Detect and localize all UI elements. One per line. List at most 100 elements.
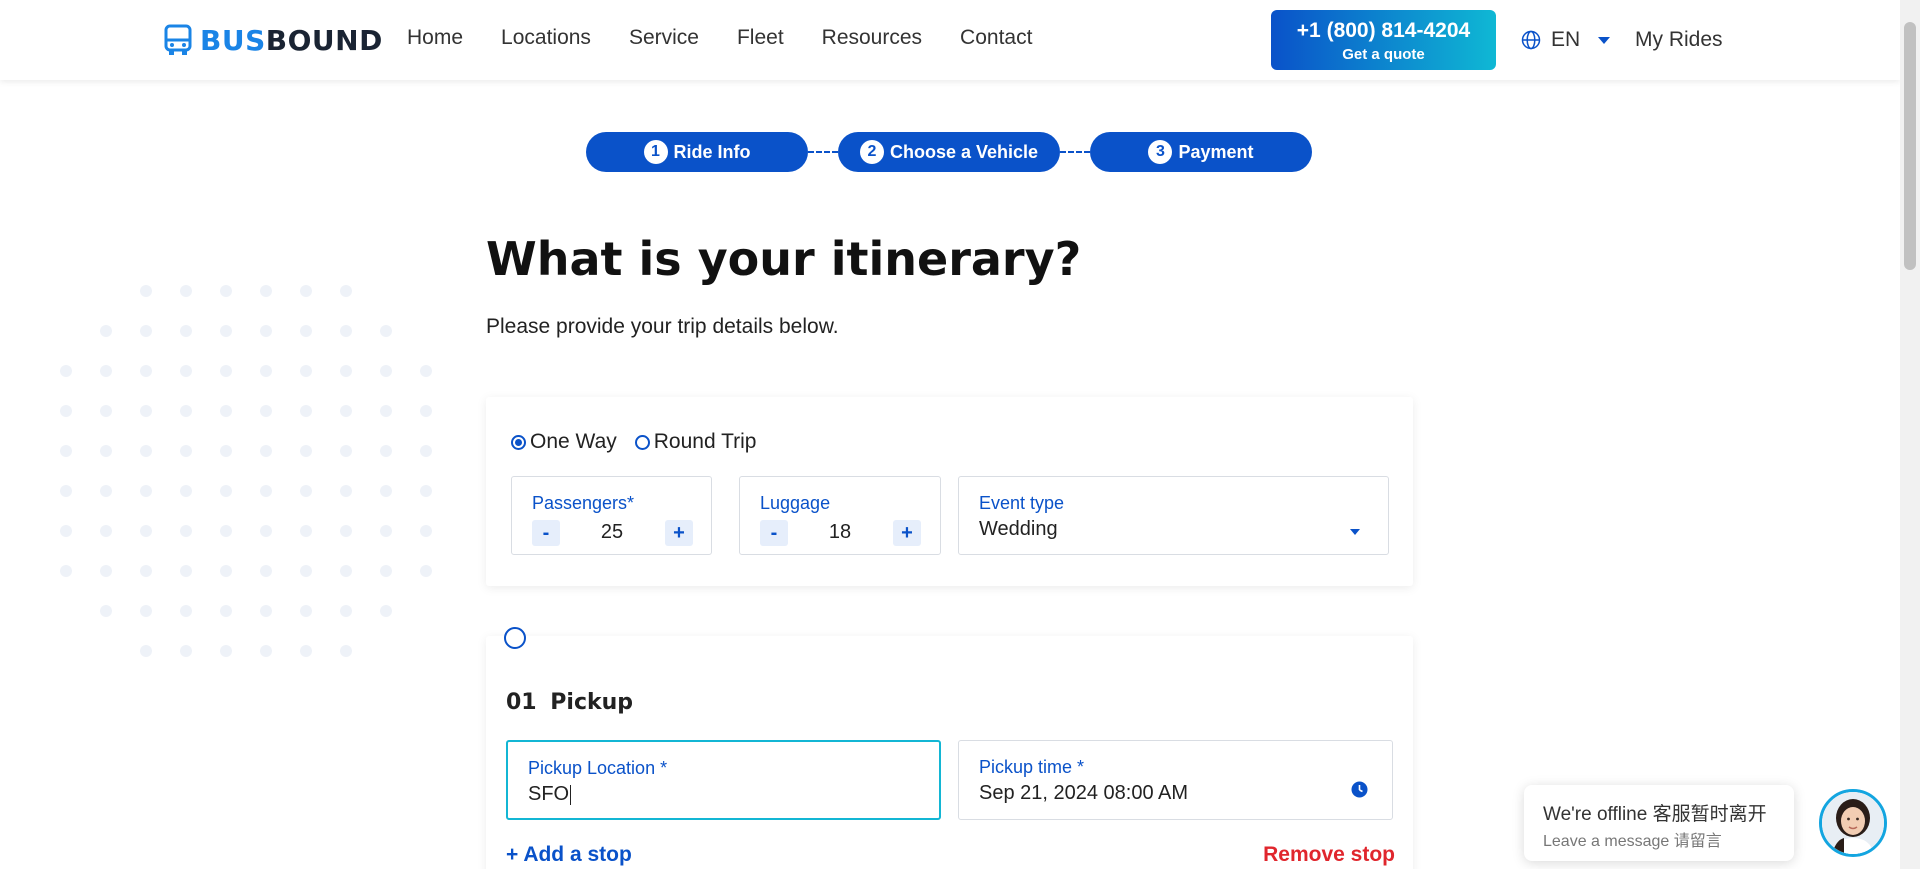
pickup-time-label: Pickup time * [979,757,1085,777]
decorative-dot [340,365,352,377]
decorative-dot [260,445,272,457]
decorative-dot [140,485,152,497]
decorative-dot [180,485,192,497]
pickup-location-input[interactable]: Pickup Location * SFO [506,740,941,820]
decorative-dot-pattern [60,285,440,675]
decorative-dot [220,645,232,657]
decorative-dot [380,525,392,537]
passengers-increment-button[interactable]: + [665,520,693,546]
decorative-dot [300,485,312,497]
step-label: Ride Info [673,141,751,162]
decorative-dot [340,525,352,537]
decorative-dot [180,525,192,537]
agent-avatar-icon [1822,792,1884,854]
decorative-dot [60,565,72,577]
decorative-dot [140,605,152,617]
step-payment[interactable]: 3 Payment [1090,132,1312,172]
decorative-dot [340,565,352,577]
trip-type-group: One Way Round Trip [511,430,756,454]
chevron-down-icon [1598,36,1611,44]
decorative-dot [300,565,312,577]
decorative-dot [140,565,152,577]
page-scrollbar[interactable] [1900,0,1920,869]
decorative-dot [140,285,152,297]
decorative-dot [220,445,232,457]
pickup-location-value: SFO [528,783,572,805]
progress-steps: 1 Ride Info 2 Choose a Vehicle 3 Payment [586,132,1312,172]
my-rides-link[interactable]: My Rides [1635,28,1723,52]
event-type-select[interactable]: Event type Wedding [958,476,1389,555]
decorative-dot [260,605,272,617]
decorative-dot [340,325,352,337]
chat-offline-bubble[interactable]: We're offline 客服暂时离开 Leave a message 请留言 [1524,785,1794,861]
decorative-dot [420,525,432,537]
busbound-logo[interactable]: BUSBOUND [164,22,383,58]
site-header: BUSBOUND Home Locations Service Fleet Re… [0,0,1900,80]
step-number: 2 [859,140,884,164]
decorative-dot [260,365,272,377]
decorative-dot [100,565,112,577]
step-label: Payment [1178,141,1254,162]
passengers-label: Passengers* [532,493,635,513]
decorative-dot [340,445,352,457]
decorative-dot [180,445,192,457]
round-trip-radio[interactable]: Round Trip [634,430,756,454]
language-selector[interactable]: EN [1521,28,1611,52]
add-stop-button[interactable]: + Add a stop [506,843,632,867]
decorative-dot [380,365,392,377]
clock-icon[interactable] [1351,781,1368,798]
scrollbar-thumb[interactable] [1904,22,1916,270]
nav-locations[interactable]: Locations [501,26,591,50]
step-choose-vehicle[interactable]: 2 Choose a Vehicle [838,132,1060,172]
passengers-value[interactable]: 25 [582,521,642,544]
chat-leave-message-text: Leave a message 请留言 [1543,833,1722,850]
decorative-dot [180,365,192,377]
chevron-down-icon [1350,529,1360,535]
luggage-value[interactable]: 18 [810,521,870,544]
decorative-dot [140,525,152,537]
step-connector [808,151,838,153]
main-nav: Home Locations Service Fleet Resources C… [407,26,1070,50]
luggage-label: Luggage [760,493,831,513]
chat-agent-avatar[interactable] [1819,789,1887,857]
luggage-decrement-button[interactable]: - [760,520,788,546]
bus-icon [164,24,192,55]
decorative-dot [340,285,352,297]
decorative-dot [420,445,432,457]
decorative-dot [60,485,72,497]
logo-text: BUSBOUND [200,23,383,57]
passengers-decrement-button[interactable]: - [532,520,560,546]
text-cursor [570,784,572,805]
pickup-heading: 01 Pickup [506,690,633,715]
decorative-dot [380,605,392,617]
nav-contact[interactable]: Contact [960,26,1032,50]
decorative-dot [100,445,112,457]
nav-fleet[interactable]: Fleet [737,26,784,50]
radio-unchecked-icon [634,434,650,450]
decorative-dot [180,285,192,297]
globe-icon [1521,30,1541,50]
decorative-dot [260,405,272,417]
decorative-dot [60,365,72,377]
phone-number: +1 (800) 814-4204 [1296,19,1471,42]
nav-resources[interactable]: Resources [822,26,922,50]
phone-quote-button[interactable]: +1 (800) 814-4204 Get a quote [1271,10,1496,70]
pickup-time-input[interactable]: Pickup time * Sep 21, 2024 08:00 AM [958,740,1393,820]
step-ride-info[interactable]: 1 Ride Info [586,132,808,172]
luggage-increment-button[interactable]: + [893,520,921,546]
trip-settings-card: One Way Round Trip Passengers* - 25 + Lu… [486,397,1413,586]
decorative-dot [220,325,232,337]
remove-stop-button[interactable]: Remove stop [1263,843,1395,867]
nav-home[interactable]: Home [407,26,463,50]
nav-service[interactable]: Service [629,26,699,50]
decorative-dot [140,445,152,457]
one-way-radio[interactable]: One Way [511,430,617,454]
decorative-dot [180,645,192,657]
pickup-number: 01 [506,690,537,715]
decorative-dot [180,405,192,417]
page-subtitle: Please provide your trip details below. [486,315,839,338]
decorative-dot [260,525,272,537]
decorative-dot [340,485,352,497]
decorative-dot [380,565,392,577]
decorative-dot [180,565,192,577]
